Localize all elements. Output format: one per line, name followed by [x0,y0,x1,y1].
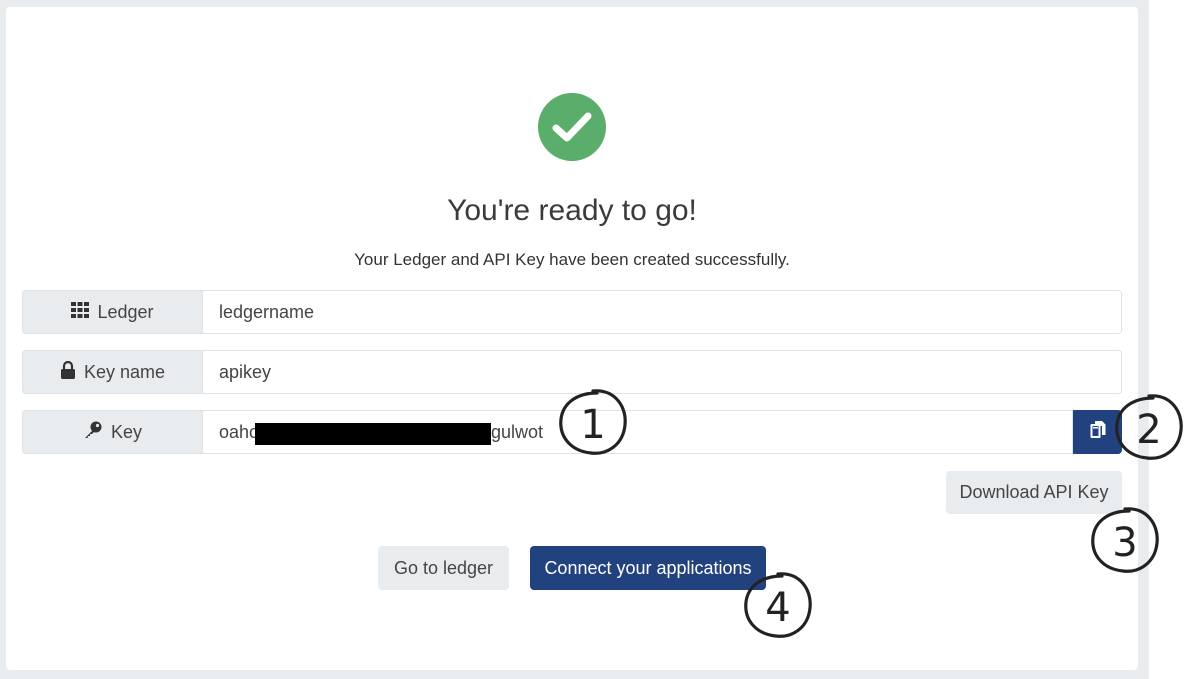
annotation-2-label: 2 [1136,407,1162,453]
annotation-3: 3 [1085,503,1165,583]
page-title: You're ready to go! [447,194,697,227]
key-name-addon: Key name [22,350,202,394]
ledger-label: Ledger [97,301,154,322]
annotation-2: 2 [1109,390,1187,470]
annotation-4: 4 [738,568,818,648]
key-name-field[interactable]: apikey [202,350,1122,394]
connect-applications-button[interactable]: Connect your applications [530,546,766,590]
check-circle-icon [538,93,606,161]
key-label: Key [110,421,143,442]
key-icon [83,421,103,444]
go-to-ledger-button[interactable]: Go to ledger [378,546,509,590]
annotation-1: 1 [553,385,633,465]
key-field[interactable]: oahc gulwot [202,410,1073,454]
copy-icon [1090,420,1106,444]
annotation-3-label: 3 [1112,520,1138,566]
lock-icon [60,360,76,384]
annotation-1-label: 1 [580,402,606,448]
ledger-input-group: Ledger ledgername [22,290,1122,334]
key-value-suffix: gulwot [491,421,544,442]
grid-icon [71,301,90,323]
ledger-field[interactable]: ledgername [202,290,1122,334]
page-subtitle: Your Ledger and API Key have been create… [354,250,790,269]
key-name-label: Key name [83,361,166,382]
ledger-addon: Ledger [22,290,202,334]
annotation-4-label: 4 [765,585,791,631]
key-value-prefix: oahc [219,421,259,442]
redaction-bar [255,423,491,445]
key-addon: Key [22,410,202,454]
